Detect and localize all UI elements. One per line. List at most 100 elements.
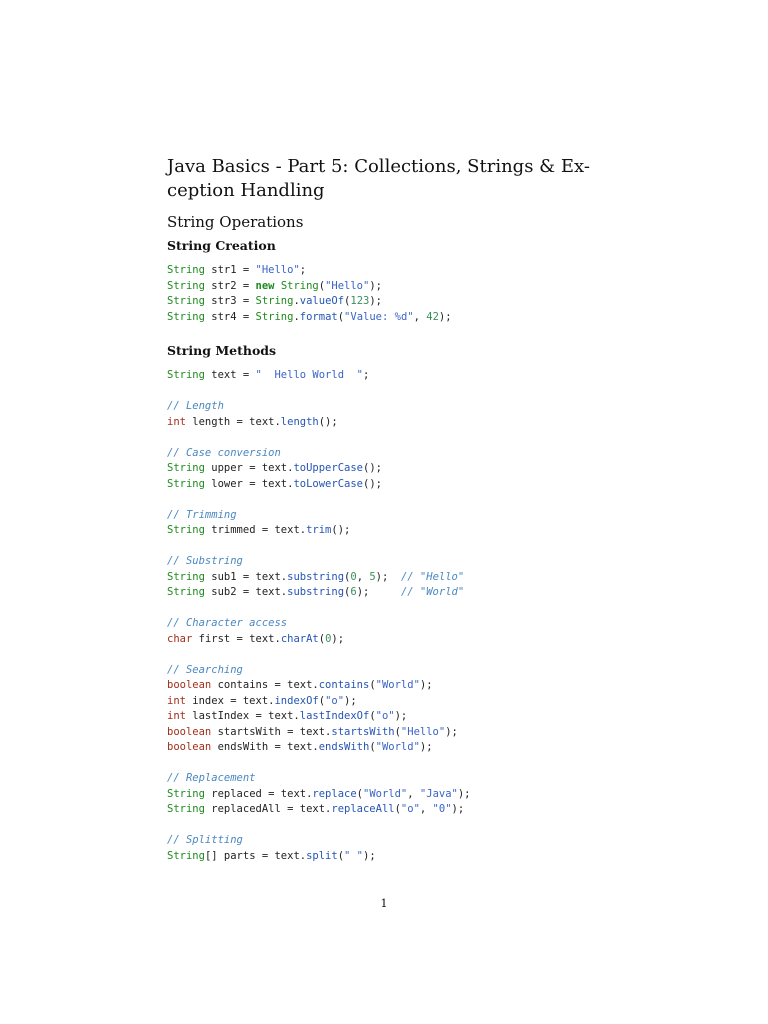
method-name: toUpperCase	[293, 462, 363, 474]
type-token: String	[167, 524, 205, 536]
method-name: indexOf	[274, 694, 319, 707]
document-title: Java Basics - Part 5: Collections, Strin…	[167, 155, 607, 203]
code-text: );	[375, 570, 401, 583]
code-text: ;	[362, 369, 370, 381]
code-line: // Substring	[167, 554, 471, 570]
string-literal: "World"	[375, 679, 420, 691]
primitive-token: char	[167, 632, 193, 645]
type-token: String	[167, 787, 205, 800]
type-token: String	[167, 369, 205, 381]
type-token: String	[255, 295, 294, 307]
string-literal: "o"	[400, 803, 420, 815]
code-block-string-creation: String str1 = "Hello"; String str2 = new …	[167, 263, 452, 325]
primitive-token: boolean	[167, 725, 212, 738]
type-token: String	[167, 586, 205, 598]
code-text: );	[356, 586, 401, 598]
number-literal: 123	[350, 295, 370, 307]
code-comment: // Replacement	[167, 772, 256, 784]
code-text: startsWith = text.	[211, 725, 332, 738]
code-text: ,	[419, 803, 433, 815]
number-literal: 42	[426, 310, 439, 323]
code-text: str2 =	[204, 279, 256, 292]
method-name: substring	[287, 570, 345, 583]
code-text: index = text.	[185, 694, 275, 707]
method-name: replaceAll	[331, 803, 395, 815]
code-text: ();	[363, 477, 382, 490]
code-text: lastIndex = text.	[185, 710, 300, 722]
string-literal: "Hello"	[325, 279, 370, 292]
code-text: ();	[363, 462, 382, 474]
code-line: // Replacement	[167, 771, 471, 787]
code-line: String replacedAll = text.replaceAll("o"…	[167, 802, 471, 818]
code-line: int index = text.indexOf("o");	[167, 694, 471, 710]
string-literal: "World"	[375, 741, 420, 753]
code-text: [] parts = text.	[204, 849, 307, 862]
code-text: length = text.	[185, 415, 281, 428]
type-token: String	[167, 279, 205, 292]
type-token: String	[167, 310, 205, 323]
method-name: charAt	[280, 632, 319, 645]
code-text: ,	[356, 570, 370, 583]
type-token: String	[167, 477, 205, 490]
code-line: String upper = text.toUpperCase();	[167, 461, 471, 477]
code-text: );	[419, 741, 433, 753]
code-text: upper = text.	[204, 462, 294, 474]
string-literal: "o"	[325, 694, 345, 707]
string-literal: " "	[344, 849, 363, 862]
code-line: int length = text.length();	[167, 415, 471, 431]
page-number: 1	[380, 897, 388, 910]
code-text: lower = text.	[204, 477, 294, 490]
code-line: // Searching	[167, 663, 471, 679]
code-text: sub2 = text.	[204, 586, 288, 598]
code-text: ,	[413, 310, 427, 323]
method-name: valueOf	[299, 295, 345, 307]
code-line: String str4 = String.format("Value: %d",…	[167, 310, 452, 326]
code-line: // Splitting	[167, 833, 471, 849]
code-line: String lower = text.toLowerCase();	[167, 477, 471, 493]
type-token: String	[280, 279, 319, 292]
code-line: // Length	[167, 399, 471, 415]
type-token: String	[167, 462, 205, 474]
code-line: String trimmed = text.trim();	[167, 523, 471, 539]
subsection-heading-string-methods: String Methods	[167, 343, 277, 358]
code-text: );	[369, 279, 382, 292]
code-line: boolean contains = text.contains("World"…	[167, 678, 471, 694]
title-line-1: Java Basics - Part 5: Collections, Strin…	[167, 156, 590, 177]
type-token: String	[167, 570, 205, 583]
code-line: String str3 = String.valueOf(123);	[167, 294, 452, 310]
type-token: String	[167, 803, 205, 815]
code-comment: // Length	[167, 400, 224, 412]
code-line: String[] parts = text.split(" ");	[167, 849, 471, 865]
code-comment: // Character access	[167, 617, 288, 629]
code-line: // Trimming	[167, 508, 471, 524]
code-block-string-methods: String text = " Hello World "; // Length i…	[167, 368, 471, 864]
code-comment: // Searching	[167, 663, 243, 676]
string-literal: "World"	[363, 787, 408, 800]
code-text: text =	[204, 369, 256, 381]
string-literal: "Hello"	[400, 725, 446, 738]
type-token: String	[167, 264, 205, 276]
code-line: // Character access	[167, 616, 471, 632]
method-name: split	[306, 849, 338, 862]
code-text: );	[419, 679, 433, 691]
method-name: replace	[312, 787, 357, 800]
code-text: ;	[299, 264, 307, 276]
code-line: String sub2 = text.substring(6); // "Wor…	[167, 585, 471, 601]
code-line: String str2 = new String("Hello");	[167, 279, 452, 295]
code-text: );	[394, 710, 408, 722]
code-text: ();	[318, 415, 338, 428]
string-literal: "o"	[375, 710, 395, 722]
primitive-token: int	[167, 710, 186, 722]
code-comment: // Substring	[167, 555, 243, 567]
code-line: char first = text.charAt(0);	[167, 632, 471, 648]
code-text: ,	[407, 787, 420, 800]
code-text: );	[331, 632, 345, 645]
primitive-token: boolean	[167, 679, 212, 691]
code-line: boolean endsWith = text.endsWith("World"…	[167, 740, 471, 756]
type-token: String	[167, 849, 205, 862]
